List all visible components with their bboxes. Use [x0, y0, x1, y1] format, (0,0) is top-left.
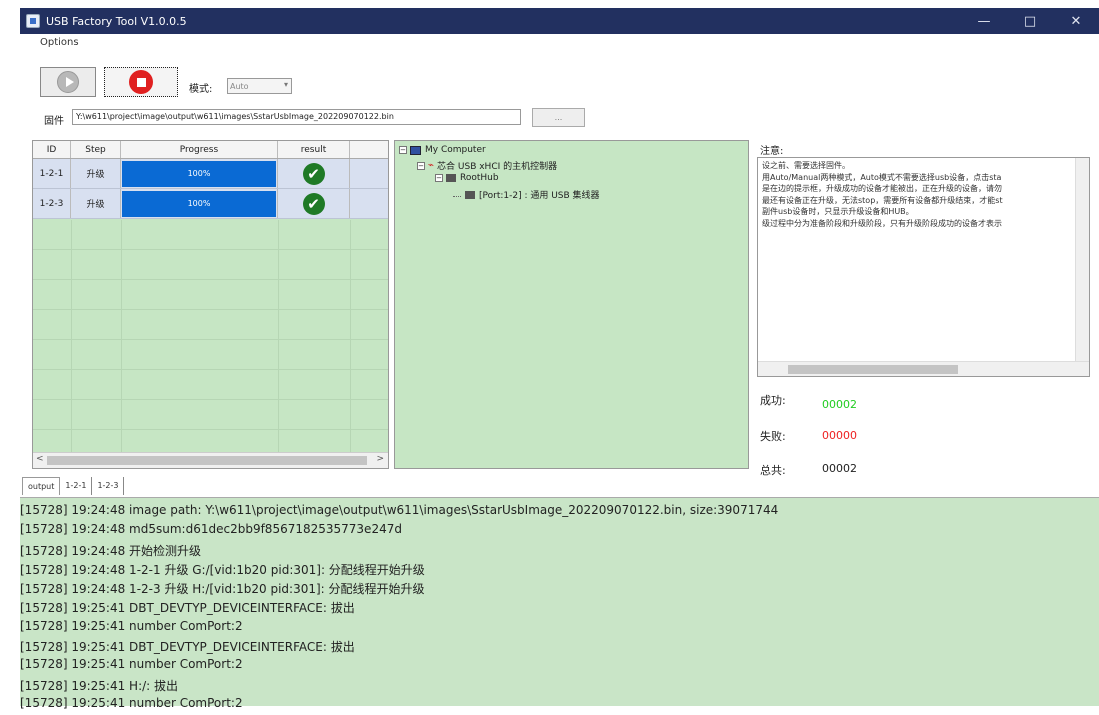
mode-value: Auto — [230, 81, 249, 91]
notes-line: 级过程中分为准备阶段和升级阶段，只有升级阶段成功的设备才表示 — [762, 218, 1002, 228]
col-id[interactable]: ID — [33, 141, 71, 158]
total-label: 总共: — [760, 464, 786, 477]
log-line: [15728] 19:25:41 number ComPort:2 — [20, 695, 243, 710]
scroll-right-icon[interactable]: > — [376, 454, 384, 464]
tab-device-1-2-3[interactable]: 1-2-3 — [92, 477, 125, 495]
log-line: [15728] 19:24:48 image path: Y:\w611\pro… — [20, 503, 779, 517]
col-progress[interactable]: Progress — [121, 141, 278, 158]
tree-label: RootHub — [460, 173, 499, 183]
tree-node-controller[interactable]: − ⌁ 芯合 USB xHCI 的主机控制器 — [417, 159, 557, 172]
progress-bar: 100% — [122, 190, 276, 217]
device-grid: ID Step Progress result 1-2-1 升级 100% ✔ … — [32, 140, 389, 469]
scroll-left-icon[interactable]: < — [36, 454, 44, 464]
result-cell: ✔ — [278, 189, 350, 218]
tree-node-roothub[interactable]: − RootHub — [435, 173, 499, 183]
tree-label: My Computer — [425, 145, 486, 155]
log-line: [15728] 19:25:41 H:/: 拔出 — [20, 678, 179, 693]
check-icon: ✔ — [302, 192, 325, 215]
grid-header: ID Step Progress result — [33, 141, 388, 159]
mode-label: 模式: — [189, 84, 213, 95]
fail-count: 00000 — [822, 429, 857, 442]
notes-horizontal-scrollbar[interactable] — [758, 361, 1089, 376]
progress-cell: 100% — [121, 189, 278, 218]
row-id: 1-2-3 — [33, 189, 71, 218]
menu-options[interactable]: Options — [40, 37, 79, 48]
output-log[interactable]: [15728] 19:24:48 image path: Y:\w611\pro… — [20, 497, 1099, 710]
notes-textbox[interactable]: 设之前、需要选择固件。 用Auto/Manual两种模式，Auto模式不需要选择… — [757, 157, 1090, 377]
notes-line: 副件usb设备时，只显示升级设备和HUB。 — [762, 207, 914, 216]
check-icon: ✔ — [302, 162, 325, 185]
close-button[interactable]: ✕ — [1053, 8, 1099, 34]
col-result[interactable]: result — [278, 141, 350, 158]
collapse-icon[interactable]: − — [399, 146, 407, 154]
success-label: 成功: — [760, 394, 786, 407]
log-line: [15728] 19:25:41 number ComPort:2 — [20, 657, 243, 672]
device-tree: − My Computer − ⌁ 芯合 USB xHCI 的主机控制器 − R… — [394, 140, 749, 469]
tree-label: [Port:1-2] : 通用 USB 集线器 — [479, 191, 600, 201]
notes-line: 设之前、需要选择固件。 — [762, 161, 850, 170]
log-line: [15728] 19:24:48 开始检测升级 — [20, 543, 202, 558]
total-count: 00002 — [822, 462, 857, 475]
tab-device-1-2-1[interactable]: 1-2-1 — [60, 477, 93, 495]
tree-label: 芯合 USB xHCI 的主机控制器 — [437, 162, 558, 172]
notes-line: 最还有设备正在升级，无法stop，需要所有设备都升级结束，才能st — [762, 195, 1003, 205]
scroll-thumb[interactable] — [47, 456, 367, 465]
notes-line: 用Auto/Manual两种模式，Auto模式不需要选择usb设备，点击sta — [762, 172, 1002, 182]
play-icon — [57, 71, 79, 93]
mode-select[interactable]: Auto ▾ — [227, 78, 292, 94]
window-title: USB Factory Tool V1.0.0.5 — [46, 14, 187, 28]
tab-output[interactable]: output — [22, 477, 61, 495]
stop-button[interactable] — [104, 67, 178, 97]
app-icon — [26, 14, 40, 28]
log-line: [15728] 19:24:48 1-2-1 升级 G:/[vid:1b20 p… — [20, 562, 425, 577]
title-bar: USB Factory Tool V1.0.0.5 — □ ✕ — [20, 8, 1099, 34]
stop-icon — [129, 70, 153, 94]
log-line: [15728] 19:24:48 md5sum:d61dec2bb9f85671… — [20, 522, 402, 537]
grid-horizontal-scrollbar[interactable]: < > — [33, 452, 388, 468]
firmware-path-input[interactable]: Y:\w611\project\image\output\w611\images… — [72, 109, 521, 125]
row-step: 升级 — [71, 159, 121, 188]
tree-node-computer[interactable]: − My Computer — [399, 145, 486, 155]
row-step: 升级 — [71, 189, 121, 218]
usb-icon: ⌁ — [428, 160, 435, 171]
result-cell: ✔ — [278, 159, 350, 188]
notes-line: 是在边的提示框，升级成功的设备才能被出，正在升级的设备，请勿 — [762, 184, 1002, 193]
col-step[interactable]: Step — [71, 141, 121, 158]
table-row[interactable]: 1-2-3 升级 100% ✔ — [33, 189, 388, 219]
tree-node-port[interactable]: [Port:1-2] : 通用 USB 集线器 — [453, 188, 600, 201]
window-controls: — □ ✕ — [961, 8, 1099, 34]
notes-vertical-scrollbar[interactable] — [1075, 158, 1089, 376]
scroll-thumb[interactable] — [788, 365, 958, 374]
table-row[interactable]: 1-2-1 升级 100% ✔ — [33, 159, 388, 189]
minimize-button[interactable]: — — [961, 8, 1007, 34]
log-line: [15728] 19:25:41 DBT_DEVTYP_DEVICEINTERF… — [20, 640, 355, 655]
maximize-button[interactable]: □ — [1007, 8, 1053, 34]
hub-icon — [465, 190, 475, 199]
success-count: 00002 — [822, 398, 857, 411]
fail-label: 失败: — [760, 430, 786, 443]
collapse-icon[interactable]: − — [435, 174, 443, 182]
empty-grid-area — [33, 220, 388, 460]
notes-title: 注意: — [760, 146, 784, 157]
start-button[interactable] — [40, 67, 96, 97]
output-tabs: output 1-2-1 1-2-3 — [22, 477, 125, 495]
log-line: [15728] 19:25:41 number ComPort:2 — [20, 618, 243, 633]
progress-bar: 100% — [122, 160, 276, 187]
firmware-label: 固件 — [44, 116, 64, 127]
log-line: [15728] 19:25:41 DBT_DEVTYP_DEVICEINTERF… — [20, 601, 355, 616]
browse-button[interactable]: ... — [532, 108, 585, 127]
row-id: 1-2-1 — [33, 159, 71, 188]
progress-cell: 100% — [121, 159, 278, 188]
chevron-down-icon: ▾ — [283, 80, 288, 89]
hub-icon — [446, 174, 456, 182]
computer-icon — [410, 145, 421, 155]
collapse-icon[interactable]: − — [417, 161, 425, 170]
log-line: [15728] 19:24:48 1-2-3 升级 H:/[vid:1b20 p… — [20, 582, 425, 597]
